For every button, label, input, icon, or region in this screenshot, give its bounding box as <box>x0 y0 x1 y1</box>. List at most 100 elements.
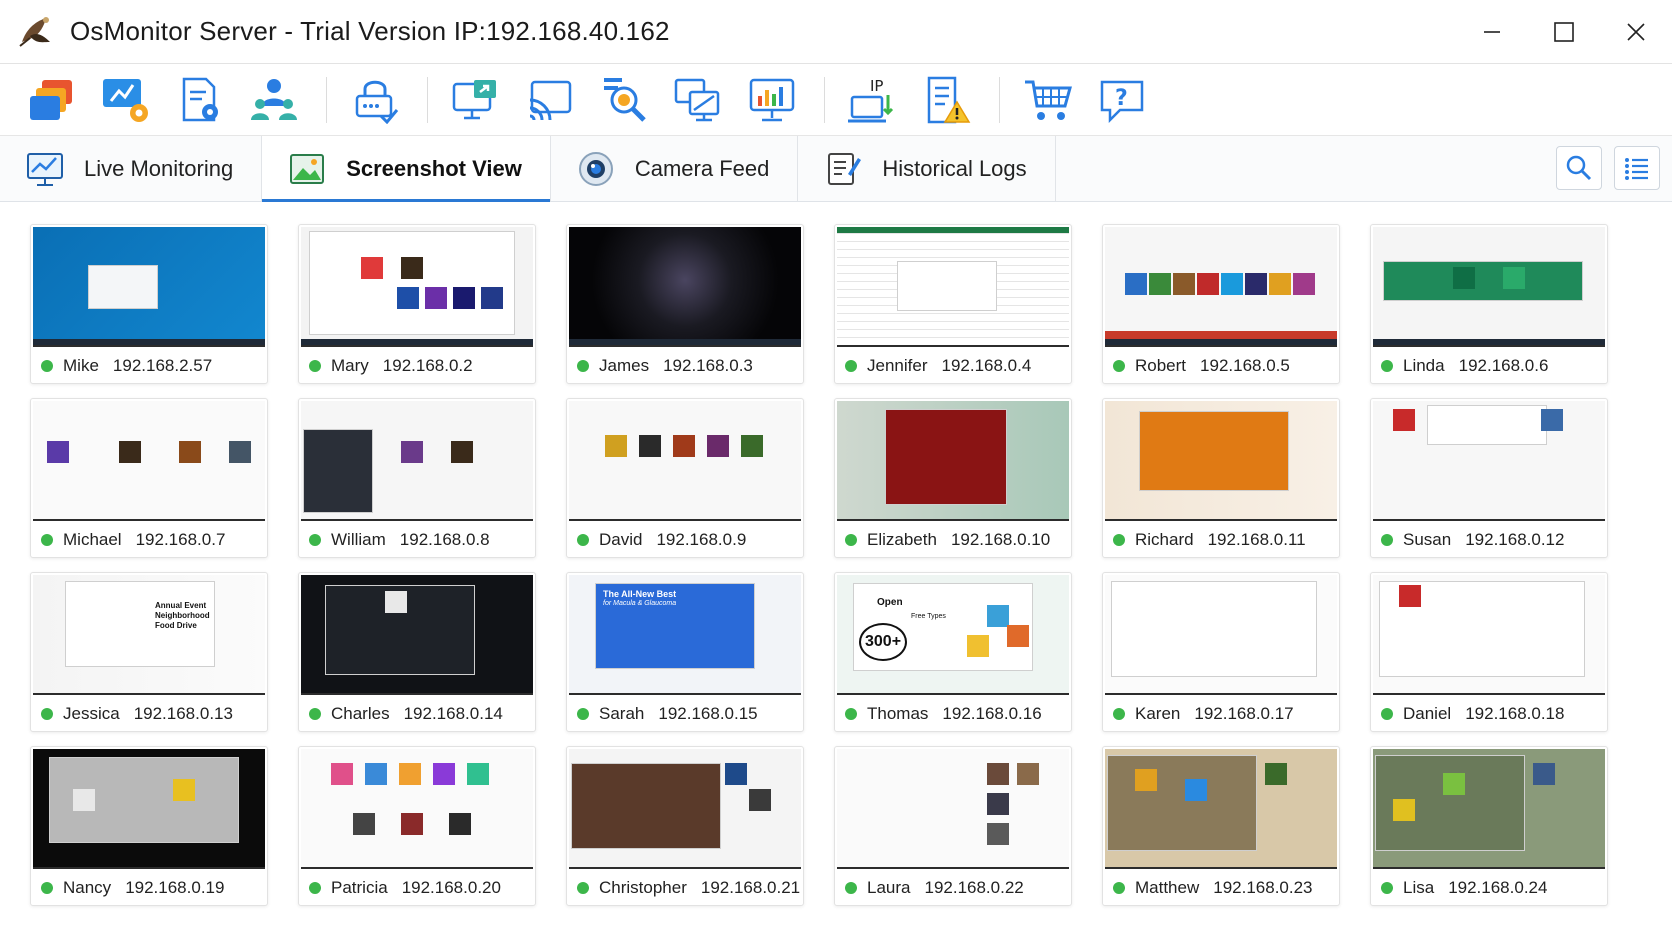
screenshot-thumbnail[interactable] <box>1105 401 1337 521</box>
client-card[interactable]: Patricia 192.168.0.20 <box>298 746 536 906</box>
ip-config-tool-button[interactable]: IP <box>847 74 899 126</box>
client-ip: 192.168.0.16 <box>942 704 1042 723</box>
document-settings-tool-button[interactable] <box>174 74 226 126</box>
client-ip: 192.168.2.57 <box>112 356 213 375</box>
help-tool-button[interactable]: ? <box>1096 74 1148 126</box>
remote-settings-tool-button[interactable] <box>100 74 152 126</box>
client-card[interactable]: Lisa 192.168.0.24 <box>1370 746 1608 906</box>
tab-camera-feed[interactable]: Camera Feed <box>551 136 799 201</box>
screenshot-thumbnail[interactable]: Open Free Types 300+ <box>837 575 1069 695</box>
thumbnail-window <box>88 265 158 309</box>
client-card[interactable]: Christopher 192.168.0.21 <box>566 746 804 906</box>
thumbnail-tile <box>967 635 989 657</box>
thumbnail-window <box>1107 755 1257 851</box>
screenshot-thumbnail[interactable] <box>33 227 265 347</box>
list-icon <box>1625 158 1648 180</box>
tab-live-monitoring[interactable]: Live Monitoring <box>0 136 263 201</box>
users-tool-button[interactable] <box>248 74 300 126</box>
client-ip: 192.168.0.12 <box>1465 530 1565 549</box>
screenshot-thumbnail[interactable] <box>1373 575 1605 695</box>
client-caption: Linda 192.168.0.6 <box>1371 349 1607 383</box>
client-card[interactable]: David 192.168.0.9 <box>566 398 804 558</box>
client-caption: Karen 192.168.0.17 <box>1103 697 1339 731</box>
client-caption: Jennifer 192.168.0.4 <box>835 349 1071 383</box>
screenshot-thumbnail[interactable] <box>1373 227 1605 347</box>
client-ip: 192.168.0.9 <box>656 530 747 549</box>
screenshot-thumbnail[interactable] <box>569 227 801 347</box>
client-card[interactable]: Laura 192.168.0.22 <box>834 746 1072 906</box>
client-card[interactable]: Annual Event Neighborhood Food Drive Jessic… <box>30 572 268 732</box>
client-ip: 192.168.0.17 <box>1194 704 1294 723</box>
cast-tool-button[interactable] <box>524 74 576 126</box>
screen-share-tool-button[interactable] <box>450 74 502 126</box>
multi-monitor-tool-button[interactable] <box>672 74 724 126</box>
client-card[interactable]: Michael 192.168.0.7 <box>30 398 268 558</box>
screenshot-thumbnail[interactable] <box>301 575 533 695</box>
client-card[interactable]: Jennifer 192.168.0.4 <box>834 224 1072 384</box>
online-status-icon <box>1381 360 1393 372</box>
cart-tool-button[interactable] <box>1022 74 1074 126</box>
screenshot-thumbnail[interactable] <box>301 401 533 521</box>
thumbnail-tile <box>1293 273 1315 295</box>
screenshot-thumbnail[interactable] <box>1373 401 1605 521</box>
maximize-button[interactable] <box>1528 0 1600 64</box>
screenshot-thumbnail[interactable] <box>1105 575 1337 695</box>
thumbnail-tile <box>1443 773 1465 795</box>
client-card[interactable]: Daniel 192.168.0.18 <box>1370 572 1608 732</box>
search-inspect-tool-button[interactable] <box>598 74 650 126</box>
client-card[interactable]: Robert 192.168.0.5 <box>1102 224 1340 384</box>
tab-screenshot-view[interactable]: Screenshot View <box>262 136 551 202</box>
thumbnail-taskbar <box>301 339 533 345</box>
screenshot-thumbnail[interactable] <box>33 401 265 521</box>
statistics-tool-button[interactable] <box>746 74 798 126</box>
lock-tool-button[interactable] <box>349 74 401 126</box>
client-ip: 192.168.0.2 <box>382 356 473 375</box>
list-view-button[interactable] <box>1614 146 1660 190</box>
screenshot-thumbnail[interactable]: The All-New Best for Macula & Glaucoma <box>569 575 801 695</box>
close-button[interactable] <box>1600 0 1672 64</box>
thumbnail-window <box>1427 405 1547 445</box>
window-title: OsMonitor Server - Trial Version IP:192.… <box>70 16 670 46</box>
screenshot-thumbnail[interactable] <box>837 749 1069 869</box>
screenshot-thumbnail[interactable]: Annual Event Neighborhood Food Drive <box>33 575 265 695</box>
client-card[interactable]: William 192.168.0.8 <box>298 398 536 558</box>
client-card[interactable]: Karen 192.168.0.17 <box>1102 572 1340 732</box>
client-caption: Daniel 192.168.0.18 <box>1371 697 1607 731</box>
alert-report-tool-button[interactable] <box>921 74 973 126</box>
client-card[interactable]: Mike 192.168.2.57 <box>30 224 268 384</box>
thumbnail-tile <box>401 441 423 463</box>
windows-tool-button[interactable] <box>26 74 78 126</box>
thumbnail-taskbar <box>569 339 801 345</box>
toolbar-separator <box>999 76 1000 123</box>
screenshot-thumbnail[interactable] <box>837 227 1069 347</box>
screenshot-thumbnail[interactable] <box>1373 749 1605 869</box>
client-card[interactable]: Elizabeth 192.168.0.10 <box>834 398 1072 558</box>
minimize-button[interactable] <box>1456 0 1528 64</box>
view-tabs: Live Monitoring Screenshot View Camera F… <box>0 136 1672 202</box>
tab-historical-logs[interactable]: Historical Logs <box>798 136 1056 201</box>
client-card[interactable]: Charles 192.168.0.14 <box>298 572 536 732</box>
client-card[interactable]: The All-New Best for Macula & Glaucoma Sar… <box>566 572 804 732</box>
screenshot-thumbnail[interactable] <box>837 401 1069 521</box>
thumbnail-tile <box>639 435 661 457</box>
screenshot-thumbnail[interactable] <box>301 749 533 869</box>
online-status-icon <box>577 882 589 894</box>
screenshot-thumbnail[interactable] <box>1105 749 1337 869</box>
client-card[interactable]: James 192.168.0.3 <box>566 224 804 384</box>
screenshot-thumbnail[interactable] <box>33 749 265 869</box>
windows-icon <box>30 79 72 120</box>
search-button[interactable] <box>1556 146 1602 190</box>
client-card[interactable]: Matthew 192.168.0.23 <box>1102 746 1340 906</box>
client-card[interactable]: Mary 192.168.0.2 <box>298 224 536 384</box>
client-card[interactable]: Open Free Types 300+ Thomas 192.168.0.16 <box>834 572 1072 732</box>
client-card[interactable]: Susan 192.168.0.12 <box>1370 398 1608 558</box>
screenshot-thumbnail[interactable] <box>569 749 801 869</box>
thumbnail-window <box>897 261 997 311</box>
screenshot-thumbnail[interactable] <box>301 227 533 347</box>
screenshot-thumbnail[interactable] <box>1105 227 1337 347</box>
client-card[interactable]: Richard 192.168.0.11 <box>1102 398 1340 558</box>
online-status-icon <box>41 708 53 720</box>
screenshot-thumbnail[interactable] <box>569 401 801 521</box>
client-card[interactable]: Linda 192.168.0.6 <box>1370 224 1608 384</box>
client-card[interactable]: Nancy 192.168.0.19 <box>30 746 268 906</box>
